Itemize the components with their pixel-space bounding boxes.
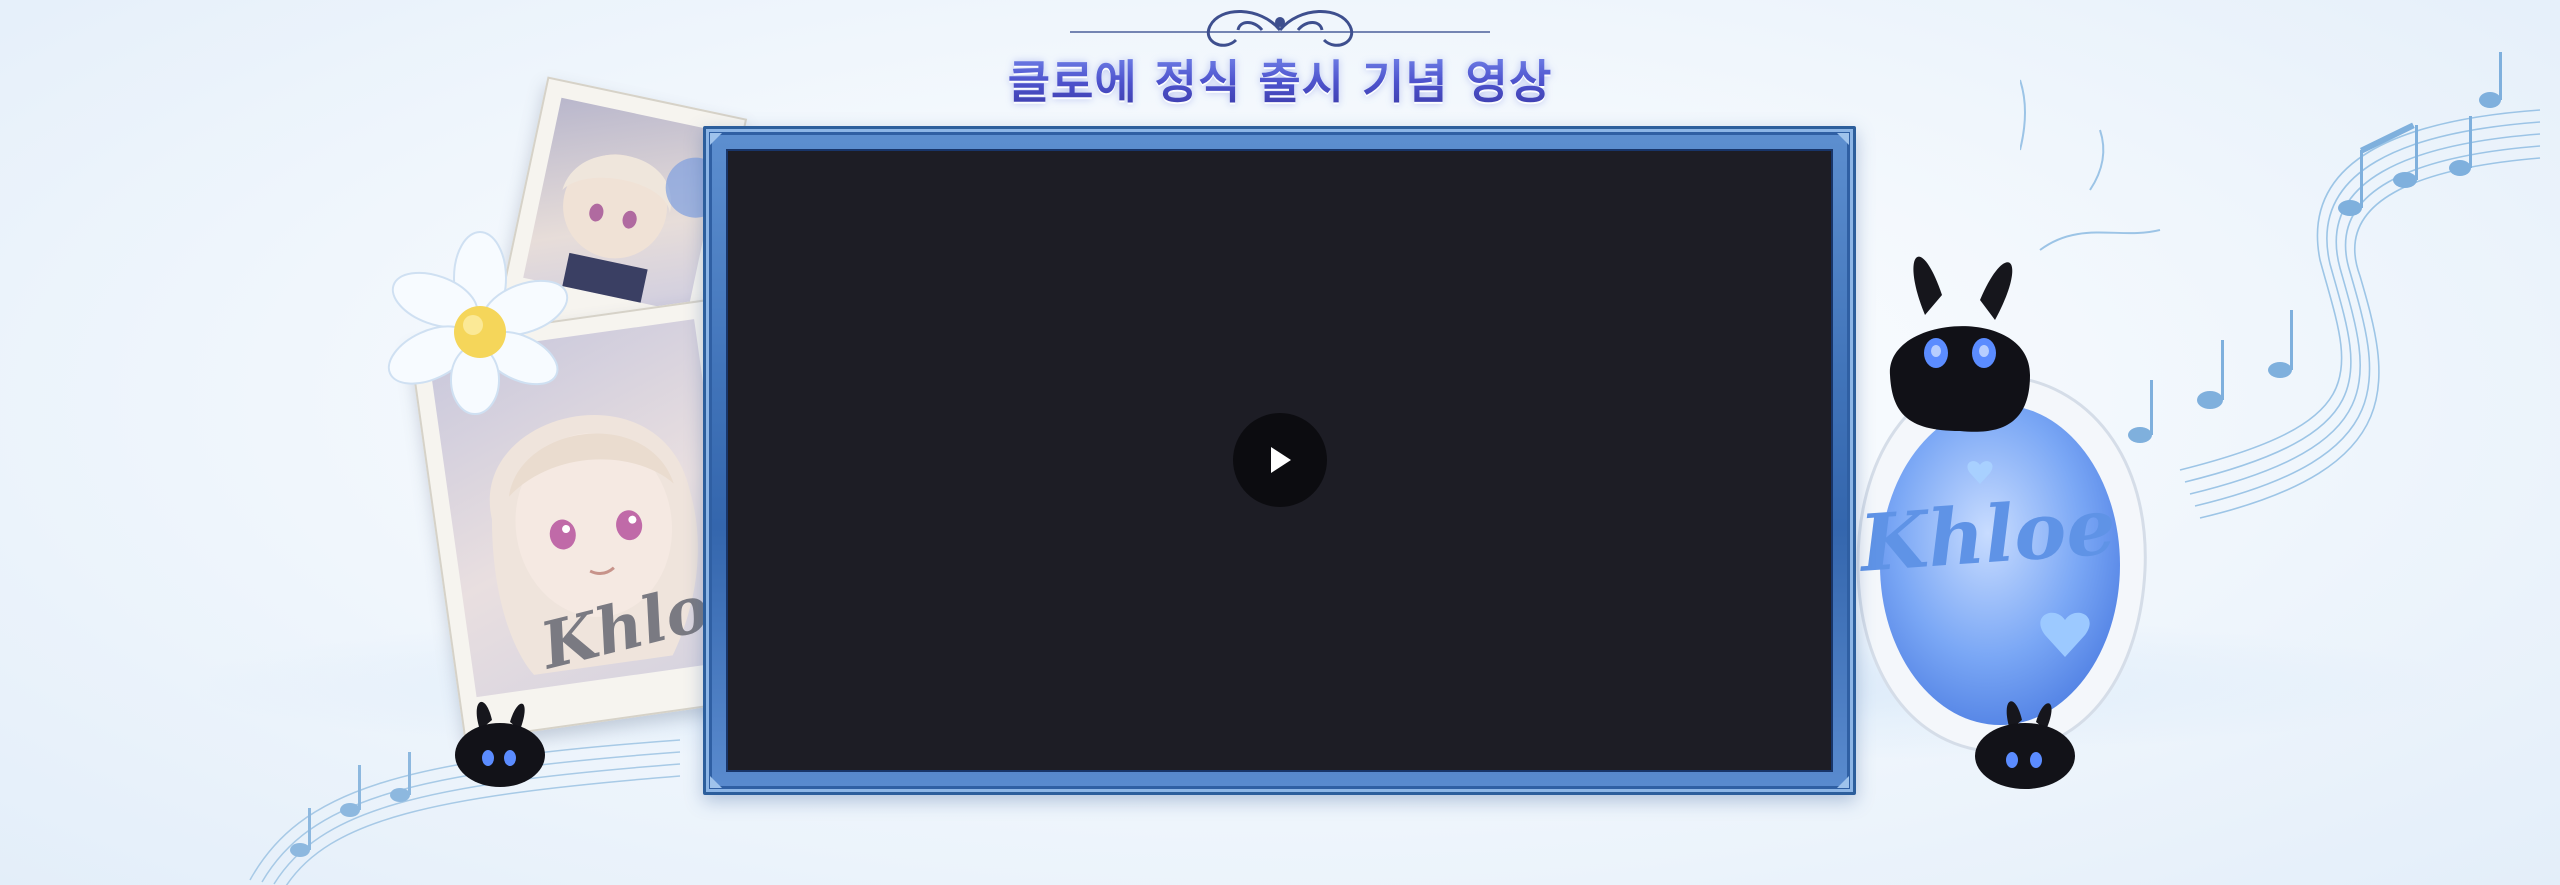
- frame-corner-icon: [1837, 776, 1849, 788]
- video-screen[interactable]: [726, 149, 1833, 772]
- bunny-mascot-small-right-icon: [1975, 701, 2075, 789]
- frame-corner-icon: [1837, 133, 1849, 145]
- bunny-mascot-small-left-icon: [455, 701, 545, 787]
- bunny-mascot-large-icon: [1889, 256, 2030, 432]
- video-player-frame: [703, 126, 1856, 795]
- page-title: 클로에 정식 출시 기념 영상: [1000, 46, 1560, 112]
- frame-corner-icon: [710, 776, 722, 788]
- play-icon: [1270, 446, 1291, 473]
- daisy-flower-icon: [387, 231, 569, 415]
- title-area: 클로에 정식 출시 기념 영상: [1000, 0, 1560, 120]
- mirror-signature: Khloe: [1857, 481, 2119, 590]
- play-button[interactable]: [1232, 412, 1327, 507]
- frame-corner-icon: [710, 133, 722, 145]
